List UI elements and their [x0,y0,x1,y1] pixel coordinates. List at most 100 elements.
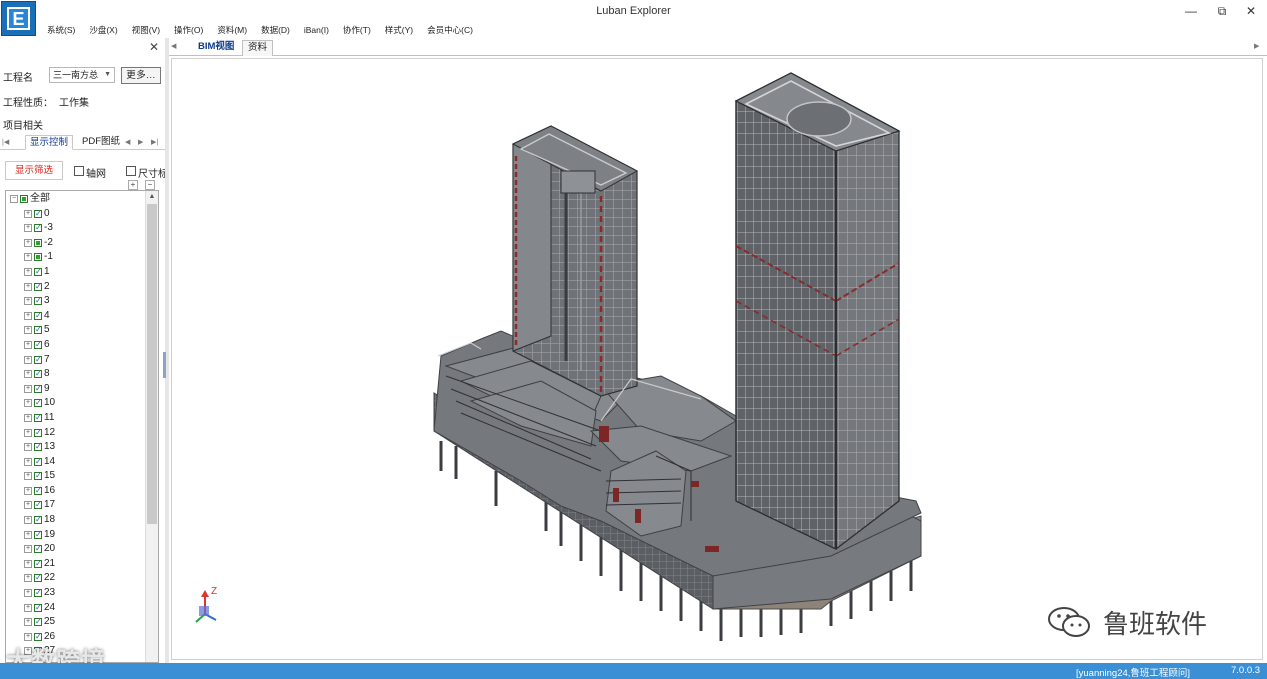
expand-icon[interactable]: + [24,326,32,335]
collapse-all-icon[interactable]: − [145,180,155,190]
dimension-checkbox[interactable] [126,166,136,176]
expand-icon[interactable]: + [24,472,32,481]
tree-scrollbar-thumb[interactable] [147,204,157,524]
more-button[interactable]: 更多... [121,67,161,84]
tree-item-row[interactable]: + ✓ 9 [6,382,146,397]
expand-icon[interactable]: + [24,267,32,276]
tab-first-icon[interactable]: |◀ [2,138,9,146]
tree-item-row[interactable]: + ✓ 8 [6,367,146,382]
checkbox-checked-icon[interactable]: ✓ [34,399,42,408]
checkbox-checked-icon[interactable]: ✓ [34,516,42,525]
expand-icon[interactable]: + [24,224,32,233]
checkbox-checked-icon[interactable]: ✓ [34,618,42,627]
tab-pdf-drawings[interactable]: PDF图纸 [78,135,124,150]
checkbox-checked-icon[interactable]: ✓ [34,282,42,291]
checkbox-checked-icon[interactable]: ✓ [34,355,42,364]
expand-icon[interactable]: + [24,311,32,320]
expand-icon[interactable]: + [24,516,32,525]
project-name-select[interactable]: 三一南方总 ▼ [49,67,115,83]
partial-check-icon[interactable] [20,195,28,203]
checkbox-checked-icon[interactable]: ✓ [34,340,42,349]
checkbox-checked-icon[interactable]: ✓ [34,311,42,320]
axis-gizmo-icon[interactable]: Z [192,584,224,626]
tab-next-icon[interactable]: ▶ [138,138,143,146]
checkbox-checked-icon[interactable]: ✓ [34,457,42,466]
tree-item-row[interactable]: + ✓ 25 [6,615,146,630]
tree-item-row[interactable]: + ✓ 24 [6,601,146,616]
menu-item-7[interactable]: 协作(T) [336,22,378,38]
tree-item-row[interactable]: + ✓ 7 [6,353,146,368]
partial-check-icon[interactable] [34,253,42,262]
expand-icon[interactable]: + [24,559,32,568]
tree-item-row[interactable]: + ✓ 4 [6,309,146,324]
menu-item-2[interactable]: 视图(V) [125,22,167,38]
tree-item-row[interactable]: + ✓ 0 [6,207,146,222]
tree-item-row[interactable]: + ✓ 18 [6,513,146,528]
checkbox-checked-icon[interactable]: ✓ [34,370,42,379]
minimize-button[interactable]: — [1181,3,1201,19]
expand-icon[interactable]: + [24,282,32,291]
tree-root-row[interactable]: − 全部 [6,192,146,207]
checkbox-checked-icon[interactable]: ✓ [34,501,42,510]
tree-item-row[interactable]: + ✓ -3 [6,221,146,236]
tree-item-row[interactable]: + ✓ 1 [6,265,146,280]
tree-item-row[interactable]: + ✓ 16 [6,484,146,499]
partial-check-icon[interactable] [34,238,42,247]
expand-icon[interactable]: + [24,413,32,422]
splitter-grip[interactable] [163,352,166,378]
expand-icon[interactable]: + [24,428,32,437]
tree-item-row[interactable]: + ✓ 20 [6,542,146,557]
panel-close-icon[interactable]: ✕ [149,41,161,53]
expand-icon[interactable]: + [24,443,32,452]
expand-icon[interactable]: + [24,618,32,627]
tree-item-row[interactable]: + ✓ 2 [6,280,146,295]
checkbox-checked-icon[interactable]: ✓ [34,267,42,276]
expand-icon[interactable]: + [24,545,32,554]
checkbox-checked-icon[interactable]: ✓ [34,530,42,539]
bim-3d-viewport[interactable] [171,58,1263,660]
menu-item-4[interactable]: 资料(M) [210,22,254,38]
menu-item-5[interactable]: 数据(D) [254,22,297,38]
expand-icon[interactable]: + [24,603,32,612]
tree-item-row[interactable]: + ✓ 11 [6,411,146,426]
tree-item-row[interactable]: + ✓ 19 [6,528,146,543]
restore-button[interactable]: ⧉ [1212,3,1232,19]
tab-display-control[interactable]: 显示控制 [25,135,74,150]
checkbox-checked-icon[interactable]: ✓ [34,443,42,452]
menu-item-8[interactable]: 样式(Y) [378,22,420,38]
expand-icon[interactable]: + [24,457,32,466]
checkbox-checked-icon[interactable]: ✓ [34,632,42,641]
expand-icon[interactable]: + [24,501,32,510]
checkbox-checked-icon[interactable]: ✓ [34,545,42,554]
menu-item-0[interactable]: 系统(S) [40,22,82,38]
axis-grid-checkbox[interactable] [74,166,84,176]
checkbox-checked-icon[interactable]: ✓ [34,574,42,583]
menu-item-6[interactable]: iBan(I) [297,22,336,38]
tab-last-icon[interactable]: ▶| [151,138,158,146]
tree-item-row[interactable]: + -1 [6,250,146,265]
tree-item-row[interactable]: + ✓ 13 [6,440,146,455]
app-logo-icon[interactable]: E [1,1,36,36]
expand-icon[interactable]: + [24,209,32,218]
expand-icon[interactable]: + [24,530,32,539]
tree-item-row[interactable]: + ✓ 22 [6,571,146,586]
tree-item-row[interactable]: + ✓ 3 [6,294,146,309]
scroll-up-icon[interactable]: ▲ [146,191,158,203]
checkbox-checked-icon[interactable]: ✓ [34,413,42,422]
expand-icon[interactable]: + [24,297,32,306]
expand-icon[interactable]: + [24,340,32,349]
tab-documents[interactable]: 资料 [242,40,274,56]
checkbox-checked-icon[interactable]: ✓ [34,297,42,306]
building-model[interactable] [172,59,1263,660]
expand-icon[interactable]: + [24,253,32,262]
menu-item-1[interactable]: 沙盘(X) [82,22,124,38]
tab-bim-view[interactable]: BIM视图 [193,40,239,56]
collapse-icon[interactable]: − [10,195,18,203]
checkbox-checked-icon[interactable]: ✓ [34,559,42,568]
tree-item-row[interactable]: + ✓ 23 [6,586,146,601]
checkbox-checked-icon[interactable]: ✓ [34,428,42,437]
doc-tab-prev-icon[interactable]: ◀ [171,42,176,50]
tree-item-row[interactable]: + ✓ 15 [6,469,146,484]
panel-splitter[interactable] [165,38,169,663]
checkbox-checked-icon[interactable]: ✓ [34,384,42,393]
